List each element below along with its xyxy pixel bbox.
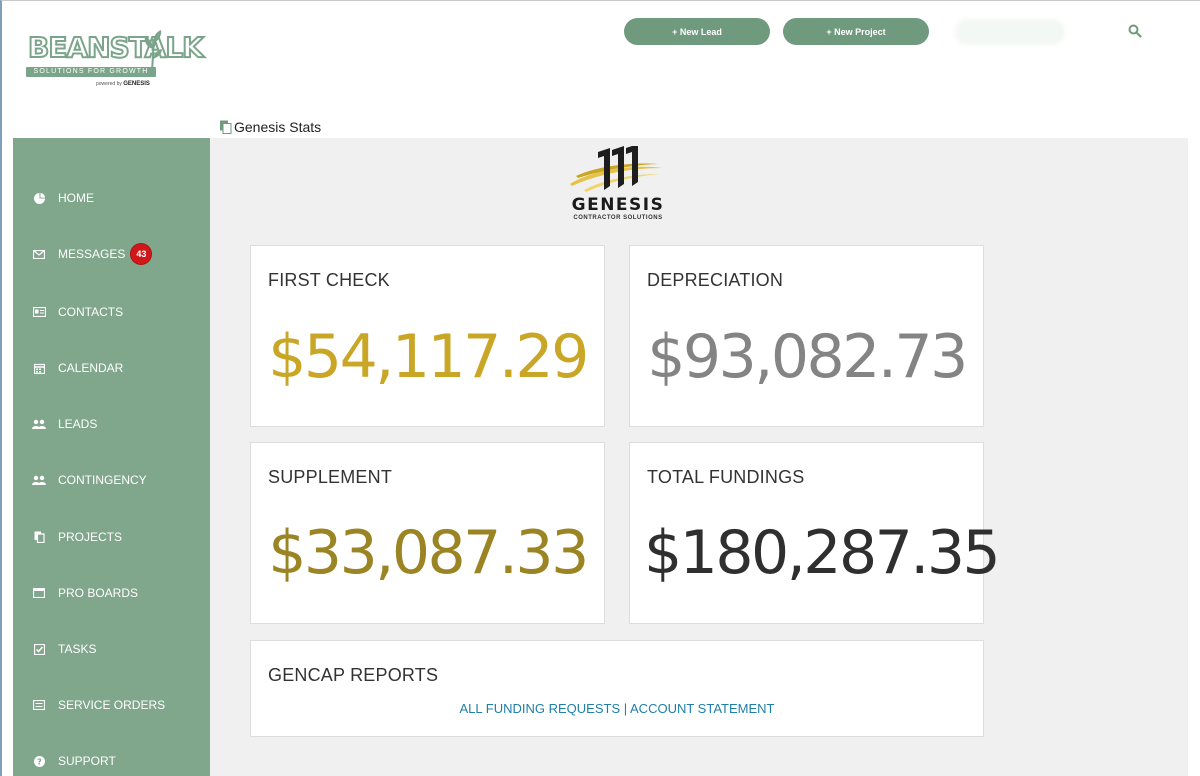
redacted-user-area bbox=[955, 19, 1065, 45]
envelope-icon bbox=[32, 247, 46, 261]
sidebar-item-messages[interactable]: MESSAGES 43 bbox=[13, 238, 210, 270]
sidebar-item-support[interactable]: ? SUPPORT bbox=[13, 745, 210, 776]
sidebar-item-home[interactable]: HOME bbox=[13, 182, 210, 214]
sidebar-item-service-orders[interactable]: SERVICE ORDERS bbox=[13, 689, 210, 721]
question-icon: ? bbox=[32, 754, 46, 768]
report-links: ALL FUNDING REQUESTS | ACCOUNT STATEMENT bbox=[251, 701, 983, 716]
id-card-icon bbox=[32, 305, 46, 319]
sidebar-item-label: HOME bbox=[58, 191, 94, 205]
window-icon bbox=[32, 586, 46, 600]
sidebar: HOME MESSAGES 43 CONTACTS CALENDAR LEADS… bbox=[13, 138, 210, 776]
account-statement-link[interactable]: ACCOUNT STATEMENT bbox=[630, 701, 774, 716]
pie-chart-icon bbox=[32, 191, 46, 205]
sidebar-item-label: CONTINGENCY bbox=[58, 473, 147, 487]
genesis-subtitle: CONTRACTOR SOLUTIONS bbox=[573, 215, 663, 221]
messages-count-badge: 43 bbox=[131, 244, 152, 264]
depreciation-card: DEPRECIATION $93,082.73 bbox=[629, 245, 984, 427]
search-icon[interactable] bbox=[1128, 24, 1142, 38]
total-fundings-title: TOTAL FUNDINGS bbox=[647, 467, 805, 487]
supplement-value: $33,087.33 bbox=[268, 518, 589, 588]
genesis-wordmark: GENESIS bbox=[571, 195, 665, 215]
copy-icon bbox=[32, 530, 46, 544]
sidebar-item-label: PRO BOARDS bbox=[58, 586, 139, 600]
gencap-reports-card: GENCAP REPORTS ALL FUNDING REQUESTS | AC… bbox=[250, 640, 984, 737]
all-funding-requests-link[interactable]: ALL FUNDING REQUESTS bbox=[460, 701, 621, 716]
logo-tagline: SOLUTIONS FOR GROWTH bbox=[26, 67, 156, 77]
sidebar-item-projects[interactable]: PROJECTS bbox=[13, 521, 210, 553]
depreciation-title: DEPRECIATION bbox=[647, 270, 784, 290]
sidebar-item-calendar[interactable]: CALENDAR bbox=[13, 352, 210, 384]
main-content: GENESIS CONTRACTOR SOLUTIONS FIRST CHECK… bbox=[210, 138, 1188, 776]
logo-powered-by: powered by GENESIS bbox=[96, 81, 150, 87]
calendar-icon bbox=[32, 361, 46, 375]
supplement-card: SUPPLEMENT $33,087.33 bbox=[250, 442, 605, 624]
breadcrumb: Genesis Stats bbox=[219, 119, 321, 135]
sidebar-item-label: PROJECTS bbox=[58, 530, 123, 544]
link-separator: | bbox=[620, 701, 631, 716]
sidebar-item-contingency[interactable]: CONTINGENCY bbox=[13, 464, 210, 496]
copy-icon bbox=[220, 120, 232, 134]
sidebar-item-pro-boards[interactable]: PRO BOARDS bbox=[13, 577, 210, 609]
first-check-value: $54,117.29 bbox=[268, 322, 589, 392]
depreciation-value: $93,082.73 bbox=[647, 322, 968, 392]
first-check-title: FIRST CHECK bbox=[268, 270, 390, 290]
sidebar-item-label: SUPPORT bbox=[58, 754, 116, 768]
new-lead-button[interactable]: + New Lead bbox=[624, 18, 770, 45]
logo-powered-brand: GENESIS bbox=[123, 81, 150, 87]
total-fundings-value: $180,287.35 bbox=[644, 518, 1001, 588]
beanstalk-logo[interactable]: BEANSTALK SOLUTIONS FOR GROWTH powered b… bbox=[24, 27, 205, 91]
first-check-card: FIRST CHECK $54,117.29 bbox=[250, 245, 605, 427]
logo-wordmark: BEANSTALK bbox=[27, 31, 205, 64]
page-title: Genesis Stats bbox=[234, 119, 322, 135]
sidebar-item-label: LEADS bbox=[58, 417, 98, 431]
sidebar-item-label: CALENDAR bbox=[58, 361, 124, 375]
gencap-reports-title: GENCAP REPORTS bbox=[268, 665, 439, 685]
sidebar-item-label: CONTACTS bbox=[58, 305, 124, 319]
list-icon bbox=[32, 698, 46, 712]
users-icon bbox=[32, 473, 46, 487]
sidebar-item-label: SERVICE ORDERS bbox=[58, 698, 166, 712]
sidebar-item-leads[interactable]: LEADS bbox=[13, 408, 210, 440]
total-fundings-card: TOTAL FUNDINGS $180,287.35 bbox=[629, 442, 1001, 624]
users-icon bbox=[32, 417, 46, 431]
sidebar-item-label: MESSAGES bbox=[58, 247, 126, 261]
sidebar-item-label: TASKS bbox=[58, 642, 97, 656]
genesis-emblem-icon bbox=[570, 146, 662, 192]
checkbox-icon bbox=[32, 642, 46, 656]
supplement-title: SUPPLEMENT bbox=[268, 467, 393, 487]
sidebar-item-tasks[interactable]: TASKS bbox=[13, 633, 210, 665]
genesis-logo: GENESIS CONTRACTOR SOLUTIONS bbox=[562, 146, 672, 222]
svg-text:?: ? bbox=[37, 757, 42, 766]
sidebar-item-contacts[interactable]: CONTACTS bbox=[13, 296, 210, 328]
new-project-button[interactable]: + New Project bbox=[783, 18, 929, 45]
